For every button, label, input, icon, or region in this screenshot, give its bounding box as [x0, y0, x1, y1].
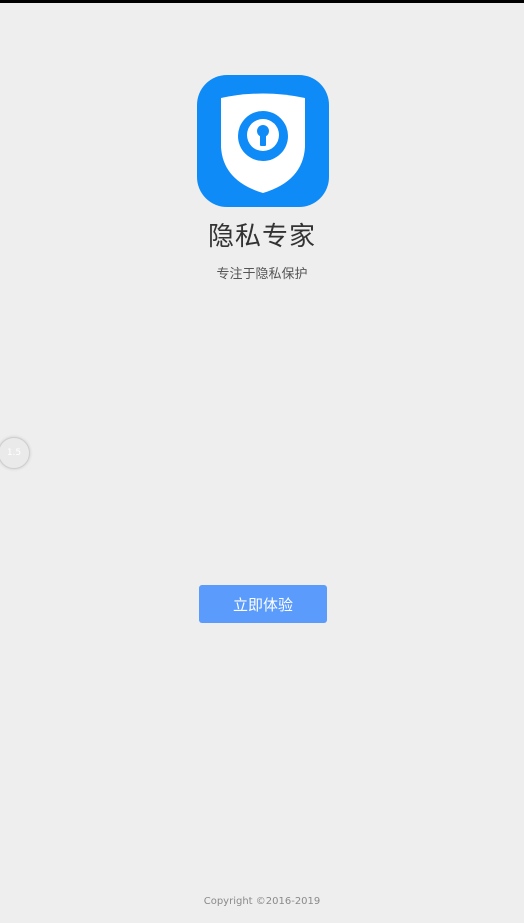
copyright-text: Copyright ©2016-2019 [203, 896, 321, 907]
app-subtitle: 专注于隐私保护 [216, 267, 308, 282]
floating-assistant-ball[interactable]: 1.5 [0, 437, 30, 469]
app-logo [197, 75, 329, 207]
status-bar [0, 0, 524, 3]
start-experience-button[interactable]: 立即体验 [199, 585, 327, 623]
app-title: 隐私专家 [207, 222, 316, 252]
floating-ball-label: 1.5 [6, 448, 22, 458]
shield-keyhole-icon [221, 93, 305, 193]
